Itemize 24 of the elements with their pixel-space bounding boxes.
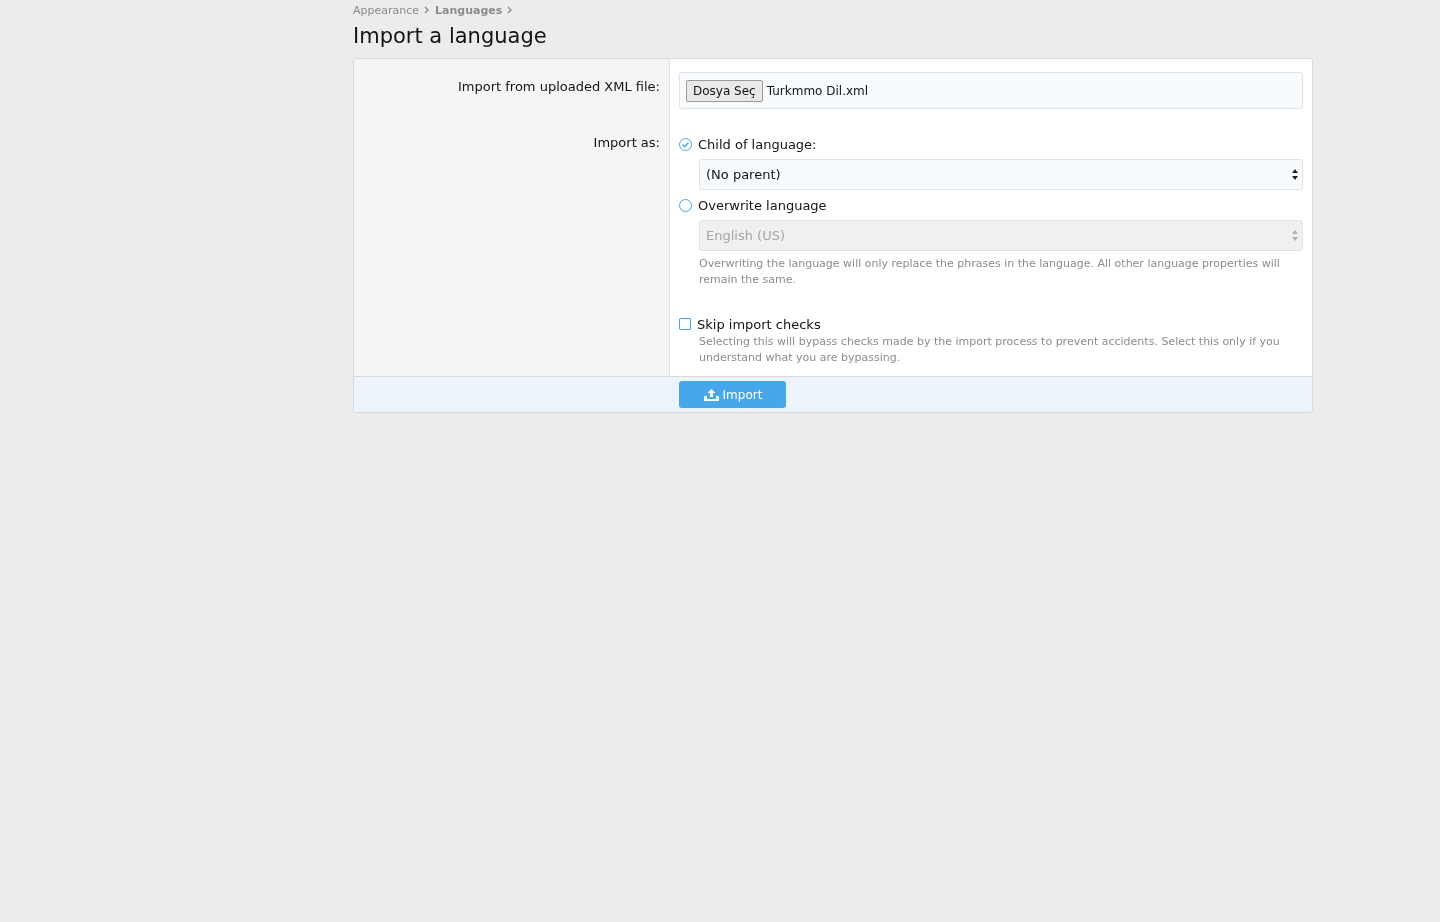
choose-file-button[interactable]: Dosya Seç [686, 79, 763, 102]
radio-label: Overwrite language [698, 197, 827, 213]
breadcrumb-link[interactable]: Languages [435, 3, 503, 17]
hint-text: Selecting this will bypass checks made by the import process to prevent accidents. Select this only if you understand what you are bypassing. [699, 334, 1281, 366]
import-button[interactable]: Import [679, 381, 786, 408]
dropdown-arrows-icon [1292, 169, 1298, 180]
file-input-field[interactable]: Dosya Seç Turkmmo Dil.xml [679, 72, 1303, 109]
upload-icon [702, 387, 720, 402]
dropdown-arrows-icon [1292, 230, 1298, 241]
checkbox[interactable] [679, 318, 691, 330]
page-title: Import a language [353, 24, 548, 48]
chevron-icon [424, 6, 431, 14]
radio-label: Child of language: [698, 136, 817, 152]
language-select[interactable]: (No parent) [699, 159, 1303, 190]
select-value: English (US) [706, 228, 785, 243]
hint-text: Overwriting the language will only replace the phrases in the language. All other language properties will remain the same. [699, 256, 1281, 288]
chevron-icon [507, 6, 514, 14]
breadcrumb-link[interactable]: Appearance [353, 3, 420, 17]
check-icon [681, 139, 690, 149]
field-label: Import as: [593, 135, 660, 150]
file-name: Turkmmo Dil.xml [766, 83, 869, 98]
select-value: (No parent) [706, 167, 781, 182]
field-label: Import from uploaded XML file: [458, 79, 660, 94]
checkbox-label: Skip import checks [697, 316, 821, 332]
